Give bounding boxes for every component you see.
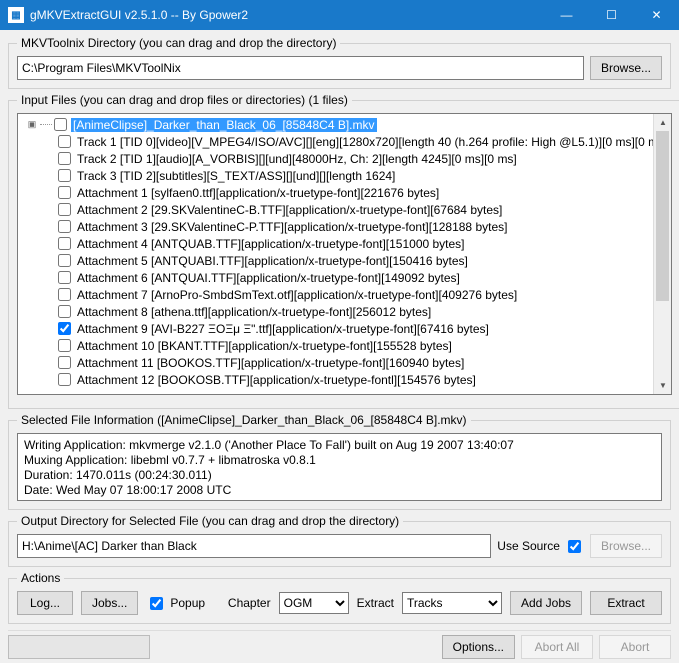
tree-item-label: Attachment 4 [ANTQUAB.TTF][application/x…	[75, 237, 467, 251]
footer: Options... Abort All Abort	[8, 630, 671, 659]
tree-item-checkbox[interactable]	[58, 339, 71, 352]
scroll-down-icon[interactable]: ▼	[654, 377, 671, 394]
extract-button[interactable]: Extract	[590, 591, 662, 615]
output-browse-button: Browse...	[590, 534, 662, 558]
tree-item[interactable]: Attachment 5 [ANTQUABI.TTF][application/…	[22, 252, 669, 269]
titlebar: ▦ gMKVExtractGUI v2.5.1.0 -- By Gpower2 …	[0, 0, 679, 30]
chapter-label: Chapter	[228, 596, 271, 610]
tree-item-label: Attachment 9 [AVI-B227 ΞΟΞμ Ξ".ttf][appl…	[75, 322, 491, 336]
tree-item-label: Track 3 [TID 2][subtitles][S_TEXT/ASS][]…	[75, 169, 397, 183]
tree-item-checkbox[interactable]	[58, 203, 71, 216]
scroll-up-icon[interactable]: ▲	[654, 114, 671, 131]
tree-item-checkbox[interactable]	[58, 186, 71, 199]
chapter-select[interactable]: OGM	[279, 592, 349, 614]
tree-item-checkbox[interactable]	[58, 169, 71, 182]
actions-group: Actions Log... Jobs... Popup Chapter OGM…	[8, 571, 671, 624]
popup-label[interactable]: Popup	[146, 594, 205, 613]
file-tree[interactable]: ▣[AnimeClipse]_Darker_than_Black_06_[858…	[17, 113, 672, 395]
popup-checkbox[interactable]	[150, 597, 163, 610]
tree-item-label: Attachment 5 [ANTQUABI.TTF][application/…	[75, 254, 470, 268]
abort-button: Abort	[599, 635, 671, 659]
tree-item[interactable]: Attachment 2 [29.SKValentineC-B.TTF][app…	[22, 201, 669, 218]
scrollbar[interactable]: ▲ ▼	[653, 114, 671, 394]
extract-select[interactable]: Tracks	[402, 592, 502, 614]
tree-item-checkbox[interactable]	[58, 305, 71, 318]
client-area: MKVToolnix Directory (you can drag and d…	[0, 30, 679, 663]
tree-item-checkbox[interactable]	[58, 152, 71, 165]
selected-info-group: Selected File Information ([AnimeClipse]…	[8, 413, 671, 510]
input-label: Input Files (you can drag and drop files…	[17, 93, 352, 107]
toolnix-browse-button[interactable]: Browse...	[590, 56, 662, 80]
close-button[interactable]: ✕	[634, 0, 679, 30]
tree-item-label: Attachment 1 [sylfaen0.ttf][application/…	[75, 186, 441, 200]
minimize-button[interactable]: —	[544, 0, 589, 30]
tree-root[interactable]: ▣[AnimeClipse]_Darker_than_Black_06_[858…	[22, 116, 669, 133]
tree-item-checkbox[interactable]	[58, 373, 71, 386]
window-title: gMKVExtractGUI v2.5.1.0 -- By Gpower2	[30, 8, 544, 22]
log-button[interactable]: Log...	[17, 591, 73, 615]
tree-item-checkbox[interactable]	[58, 356, 71, 369]
maximize-button[interactable]: ☐	[589, 0, 634, 30]
tree-item-label: Track 1 [TID 0][video][V_MPEG4/ISO/AVC][…	[75, 135, 669, 149]
tree-item-label: Attachment 3 [29.SKValentineC-P.TTF][app…	[75, 220, 509, 234]
window: ▦ gMKVExtractGUI v2.5.1.0 -- By Gpower2 …	[0, 0, 679, 663]
tree-item[interactable]: Attachment 1 [sylfaen0.ttf][application/…	[22, 184, 669, 201]
input-group: Input Files (you can drag and drop files…	[8, 93, 679, 409]
toolnix-label: MKVToolnix Directory (you can drag and d…	[17, 36, 340, 50]
tree-item[interactable]: Attachment 11 [BOOKOS.TTF][application/x…	[22, 354, 669, 371]
selected-info-label: Selected File Information ([AnimeClipse]…	[17, 413, 471, 427]
tree-item[interactable]: Attachment 10 [BKANT.TTF][application/x-…	[22, 337, 669, 354]
add-jobs-button[interactable]: Add Jobs	[510, 591, 582, 615]
tree-item-checkbox[interactable]	[58, 322, 71, 335]
tree-item[interactable]: Track 1 [TID 0][video][V_MPEG4/ISO/AVC][…	[22, 133, 669, 150]
tree-item[interactable]: Track 3 [TID 2][subtitles][S_TEXT/ASS][]…	[22, 167, 669, 184]
toolnix-group: MKVToolnix Directory (you can drag and d…	[8, 36, 671, 89]
tree-item-label: Attachment 10 [BKANT.TTF][application/x-…	[75, 339, 454, 353]
tree-item-checkbox[interactable]	[58, 288, 71, 301]
tree-item[interactable]: Attachment 7 [ArnoPro-SmbdSmText.otf][ap…	[22, 286, 669, 303]
tree-item-checkbox[interactable]	[58, 254, 71, 267]
abort-all-button: Abort All	[521, 635, 593, 659]
tree-item[interactable]: Attachment 9 [AVI-B227 ΞΟΞμ Ξ".ttf][appl…	[22, 320, 669, 337]
actions-label: Actions	[17, 571, 64, 585]
tree-item-label: Attachment 8 [athena.ttf][application/x-…	[75, 305, 433, 319]
tree-root-checkbox[interactable]	[54, 118, 67, 131]
tree-item-checkbox[interactable]	[58, 135, 71, 148]
output-group: Output Directory for Selected File (you …	[8, 514, 671, 567]
tree-item[interactable]: Track 2 [TID 1][audio][A_VORBIS][][und][…	[22, 150, 669, 167]
scroll-thumb[interactable]	[656, 131, 669, 301]
tree-item[interactable]: Attachment 4 [ANTQUAB.TTF][application/x…	[22, 235, 669, 252]
progress-bar	[8, 635, 150, 659]
output-path-input[interactable]	[17, 534, 491, 558]
toolnix-path-input[interactable]	[17, 56, 584, 80]
use-source-checkbox[interactable]	[568, 540, 581, 553]
tree-item-checkbox[interactable]	[58, 220, 71, 233]
tree-item[interactable]: Attachment 12 [BOOKOSB.TTF][application/…	[22, 371, 669, 388]
tree-item[interactable]: Attachment 6 [ANTQUAI.TTF][application/x…	[22, 269, 669, 286]
collapse-icon[interactable]: ▣	[26, 119, 38, 131]
tree-item[interactable]: Attachment 3 [29.SKValentineC-P.TTF][app…	[22, 218, 669, 235]
use-source-label[interactable]: Use Source	[497, 537, 584, 556]
tree-item-label: Attachment 7 [ArnoPro-SmbdSmText.otf][ap…	[75, 288, 519, 302]
tree-item-label: Track 2 [TID 1][audio][A_VORBIS][][und][…	[75, 152, 519, 166]
tree-item-checkbox[interactable]	[58, 271, 71, 284]
tree-item-label: Attachment 11 [BOOKOS.TTF][application/x…	[75, 356, 466, 370]
extract-mode-label: Extract	[357, 596, 394, 610]
output-label: Output Directory for Selected File (you …	[17, 514, 403, 528]
jobs-button[interactable]: Jobs...	[81, 591, 138, 615]
tree-item[interactable]: Attachment 8 [athena.ttf][application/x-…	[22, 303, 669, 320]
app-icon: ▦	[8, 7, 24, 23]
tree-item-checkbox[interactable]	[58, 237, 71, 250]
tree-item-label: Attachment 12 [BOOKOSB.TTF][application/…	[75, 373, 478, 387]
options-button[interactable]: Options...	[442, 635, 515, 659]
tree-item-label: Attachment 6 [ANTQUAI.TTF][application/x…	[75, 271, 462, 285]
selected-info-text: Writing Application: mkvmerge v2.1.0 ('A…	[17, 433, 662, 501]
tree-item-label: Attachment 2 [29.SKValentineC-B.TTF][app…	[75, 203, 504, 217]
